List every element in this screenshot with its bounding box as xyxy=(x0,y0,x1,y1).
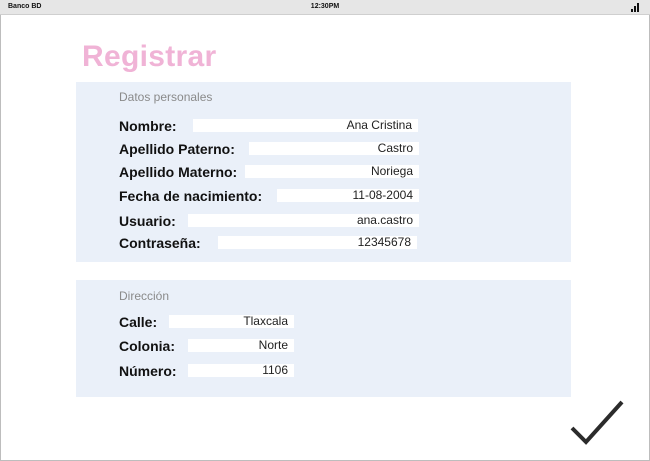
numero-label: Número: xyxy=(119,363,177,379)
confirm-button[interactable] xyxy=(570,400,624,445)
section-title-address: Dirección xyxy=(119,289,170,303)
apellido-paterno-label: Apellido Paterno: xyxy=(119,141,235,157)
calle-input[interactable] xyxy=(169,315,294,328)
fecha-nacimiento-label: Fecha de nacimiento: xyxy=(119,188,263,204)
fecha-nacimiento-input[interactable] xyxy=(277,189,419,202)
nombre-label: Nombre: xyxy=(119,118,177,134)
address-section: Dirección Calle: Colonia: Número: xyxy=(76,280,571,397)
signal-bars-icon xyxy=(631,3,641,12)
page-title: Registrar xyxy=(82,40,217,73)
colonia-label: Colonia: xyxy=(119,338,175,354)
apellido-materno-input[interactable] xyxy=(245,165,419,178)
apellido-paterno-input[interactable] xyxy=(249,142,419,155)
personal-data-section: Datos personales Nombre: Apellido Patern… xyxy=(76,82,571,262)
contrasena-input[interactable] xyxy=(218,236,417,249)
status-time: 12:30PM xyxy=(310,3,340,10)
usuario-label: Usuario: xyxy=(119,213,176,229)
numero-input[interactable] xyxy=(188,364,294,377)
contrasena-label: Contraseña: xyxy=(119,235,201,251)
apellido-materno-label: Apellido Materno: xyxy=(119,164,238,180)
calle-label: Calle: xyxy=(119,314,158,330)
colonia-input[interactable] xyxy=(188,339,294,352)
usuario-input[interactable] xyxy=(188,214,419,227)
section-title-personal: Datos personales xyxy=(119,90,213,104)
status-bar: Banco BD 12:30PM xyxy=(0,0,650,15)
nombre-input[interactable] xyxy=(193,119,418,132)
checkmark-icon xyxy=(570,400,624,445)
